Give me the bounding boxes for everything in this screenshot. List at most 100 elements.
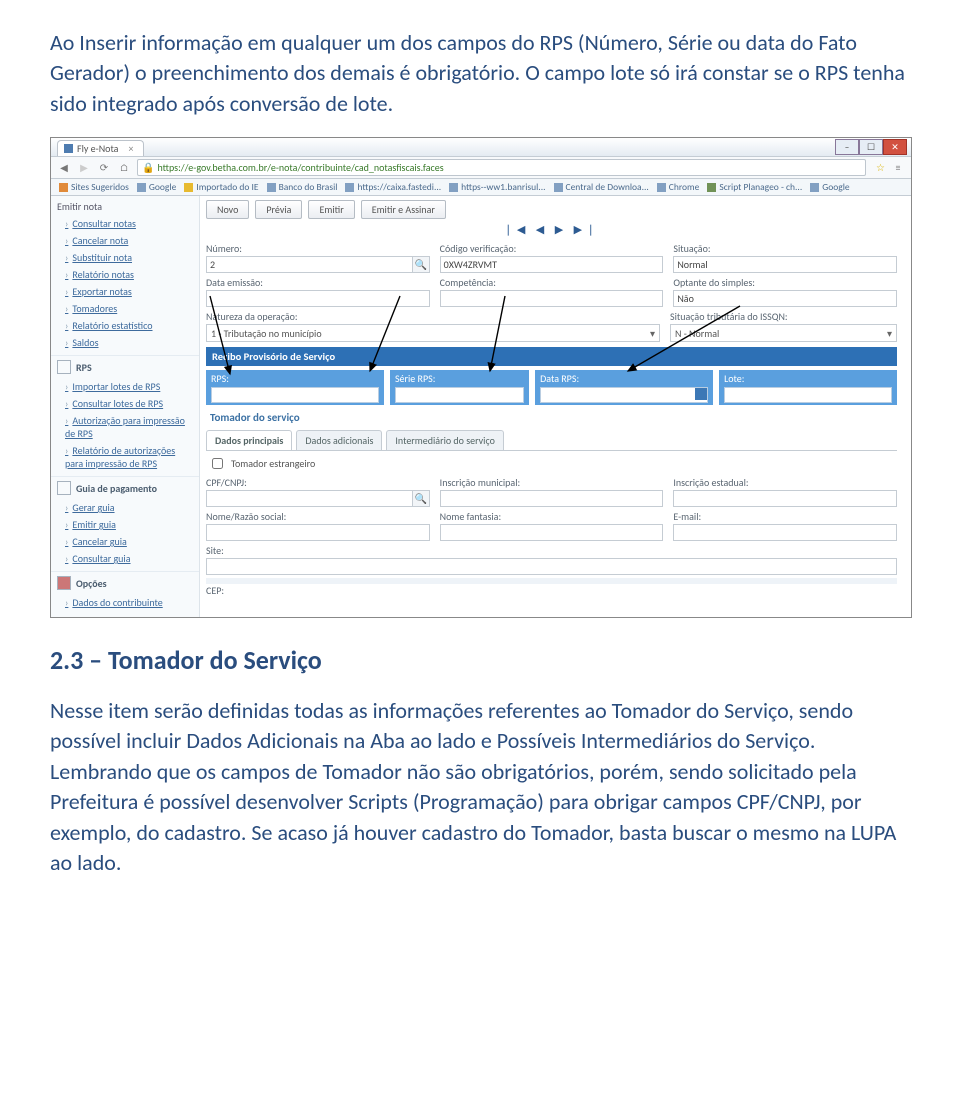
sidebar-group-rps: RPS [51,355,199,378]
sidebar: Emitir nota ›Consultar notas ›Cancelar n… [51,196,200,617]
forward-icon[interactable]: ▶ [77,161,91,175]
sidebar-item[interactable]: ›Cancelar guia [51,533,199,550]
competencia-input[interactable] [440,290,664,307]
bookmark-item[interactable]: Chrome [657,181,700,193]
sidebar-item[interactable]: ›Autorização para impressão de RPS [51,412,199,442]
sidebar-item[interactable]: ›Consultar guia [51,550,199,567]
natureza-select[interactable]: 1 - Tributação no município▾ [206,324,660,342]
close-tab-icon[interactable]: × [128,142,133,155]
bookmark-item[interactable]: Importado do IE [184,181,258,193]
label: E-mail: [673,510,897,523]
section-header-tomador: Tomador do serviço [206,405,897,430]
label: Código verificação: [440,242,664,255]
search-icon[interactable]: 🔍 [413,256,430,273]
sidebar-item[interactable]: ›Substituir nota [51,249,199,266]
calendar-icon[interactable] [695,388,707,400]
label: Inscrição municipal: [440,476,664,489]
sidebar-item[interactable]: ›Cancelar nota [51,232,199,249]
bookmark-item[interactable]: Google [137,181,176,193]
nome-input[interactable] [206,524,430,541]
window-minimize-icon[interactable]: – [835,139,859,155]
sidebar-group-guia: Guia de pagamento [51,476,199,499]
bookmark-item[interactable]: Central de Downloa... [554,181,649,193]
inscricao-estadual-input[interactable] [673,490,897,507]
tomador-estrangeiro-checkbox[interactable] [212,458,223,469]
bookmark-item[interactable]: Google [810,181,849,193]
url-input[interactable]: 🔒 https://e-gov.betha.com.br/e-nota/cont… [137,159,866,176]
bookmark-item[interactable]: https://caixa.fastedi... [345,181,441,193]
search-icon[interactable]: 🔍 [413,490,430,507]
label: Competência: [440,276,664,289]
sidebar-item[interactable]: ›Relatório estatístico [51,317,199,334]
fantasia-input[interactable] [440,524,664,541]
lock-icon: 🔒 [142,161,154,174]
previa-button[interactable]: Prévia [255,200,302,219]
paragraph-1: Ao Inserir informação em qualquer um dos… [50,28,910,119]
serie-rps-input[interactable] [395,387,524,403]
tab-title: Fly e-Nota [77,142,118,155]
tab-dados-adicionais[interactable]: Dados adicionais [296,430,382,450]
emitir-assinar-button[interactable]: Emitir e Assinar [361,200,446,219]
opcoes-icon [57,576,71,590]
tab-dados-principais[interactable]: Dados principais [206,430,292,450]
bookmark-item[interactable]: Script Planageo - ch... [707,181,802,193]
sit-trib-select[interactable]: N - Normal▾ [670,324,897,342]
record-pager[interactable]: ❘◀ ◀ ▶ ▶❘ [206,223,897,236]
sidebar-item[interactable]: ›Gerar guia [51,499,199,516]
numero-input[interactable]: 2 [206,256,413,273]
label: Nome fantasia: [440,510,664,523]
main-form-area: Novo Prévia Emitir Emitir e Assinar ❘◀ ◀… [200,196,911,617]
menu-icon[interactable]: ≡ [891,161,905,175]
label: Inscrição estadual: [673,476,897,489]
data-rps-input[interactable] [540,387,708,403]
reload-icon[interactable]: ⟳ [97,161,111,175]
sidebar-item[interactable]: ›Tomadores [51,300,199,317]
data-rps-label: Data RPS: [540,372,708,385]
window-close-icon[interactable]: ✕ [883,139,907,155]
lote-input[interactable] [724,387,892,403]
bookmark-star-icon[interactable]: ☆ [876,161,885,174]
data-emissao-input[interactable] [206,290,430,307]
screenshot-container: Fly e-Nota × – ☐ ✕ ◀ ▶ ⟳ ⌂ 🔒 https://e-g… [50,137,910,618]
section-header-recibo: Recibo Provisório de Serviço [206,347,897,366]
label: Situação: [673,242,897,255]
bookmark-item[interactable]: https--ww1.banrisul... [449,181,545,193]
sidebar-item[interactable]: ›Dados do contribuinte [51,594,199,611]
bookmark-item[interactable]: Banco do Brasil [267,181,338,193]
tab-favicon-icon [64,144,73,153]
label: Natureza da operação: [206,310,660,323]
emitir-button[interactable]: Emitir [308,200,354,219]
tab-intermediario[interactable]: Intermediário do serviço [386,430,504,450]
sidebar-item[interactable]: ›Emitir guia [51,516,199,533]
sidebar-item[interactable]: ›Consultar notas [51,215,199,232]
sidebar-item[interactable]: Emitir nota [51,198,199,215]
paragraph-2: Nesse item serão definidas todas as info… [50,696,910,878]
browser-tab[interactable]: Fly e-Nota × [57,140,144,156]
label: CEP: [206,584,326,597]
serie-rps-label: Série RPS: [395,372,524,385]
label: Número: [206,242,430,255]
rps-icon [57,360,71,374]
optante-input: Não [673,290,897,307]
label: Tomador estrangeiro [231,457,315,470]
sidebar-item[interactable]: ›Exportar notas [51,283,199,300]
label: Situação tributária do ISSQN: [670,310,897,323]
cpf-cnpj-input[interactable] [206,490,413,507]
novo-button[interactable]: Novo [206,200,249,219]
sidebar-item[interactable]: ›Importar lotes de RPS [51,378,199,395]
codigo-input[interactable]: 0XW4ZRVMT [440,256,664,273]
sidebar-item[interactable]: ›Consultar lotes de RPS [51,395,199,412]
bookmark-item[interactable]: Sites Sugeridos [59,181,129,193]
back-icon[interactable]: ◀ [57,161,71,175]
sidebar-item[interactable]: ›Saldos [51,334,199,351]
email-input[interactable] [673,524,897,541]
home-icon[interactable]: ⌂ [117,161,131,175]
sidebar-group-opcoes: Opções [51,571,199,594]
inscricao-municipal-input[interactable] [440,490,664,507]
label: Site: [206,544,897,557]
window-maximize-icon[interactable]: ☐ [859,139,883,155]
sidebar-item[interactable]: ›Relatório de autorizações para impressã… [51,442,199,472]
rps-input[interactable] [211,387,379,403]
site-input[interactable] [206,558,897,575]
sidebar-item[interactable]: ›Relatório notas [51,266,199,283]
